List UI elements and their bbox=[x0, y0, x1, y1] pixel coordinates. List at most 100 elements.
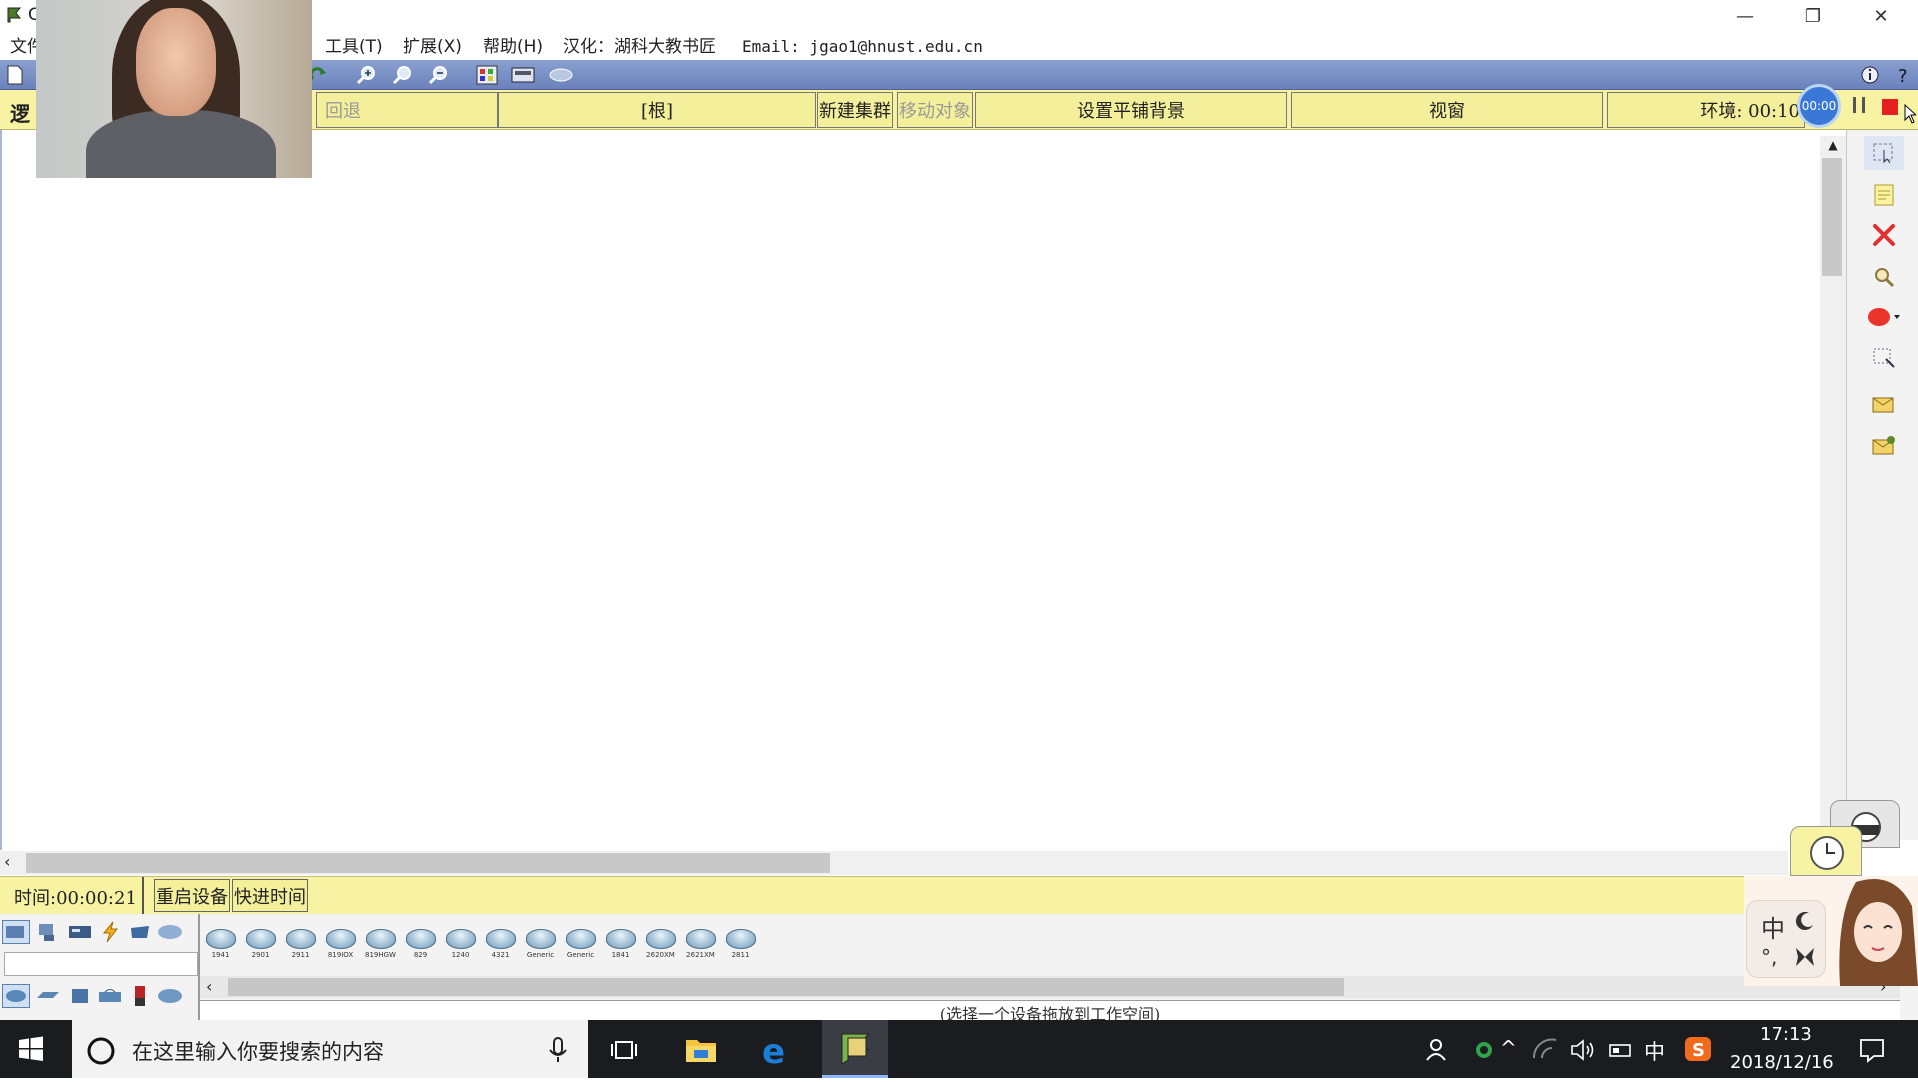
sogou-ime-icon[interactable]: S bbox=[1684, 1036, 1712, 1062]
maximize-button[interactable]: ❐ bbox=[1784, 0, 1842, 32]
show-hidden-icons-icon[interactable]: ^ bbox=[1500, 1036, 1520, 1060]
multiuser-connection-icon[interactable] bbox=[156, 920, 184, 944]
set-tile-background-button[interactable]: 设置平铺背景 bbox=[975, 92, 1287, 128]
viewport-button[interactable]: 视窗 bbox=[1291, 92, 1603, 128]
ime-chinese-mode[interactable]: 中 bbox=[1761, 909, 1785, 944]
wifi-icon[interactable] bbox=[1530, 1036, 1560, 1062]
pause-recording-icon[interactable] bbox=[1849, 97, 1869, 115]
taskbar-search-placeholder: 在这里输入你要搜索的内容 bbox=[132, 1040, 384, 1064]
device-scroll-left-icon[interactable]: ‹ bbox=[206, 977, 212, 996]
network-devices-icon[interactable] bbox=[2, 920, 30, 944]
move-object-button[interactable]: 移动对象 bbox=[897, 92, 973, 128]
close-button[interactable]: ✕ bbox=[1852, 0, 1910, 32]
select-tool-icon[interactable] bbox=[1864, 136, 1904, 170]
file-explorer-icon[interactable] bbox=[684, 1034, 718, 1064]
security-category-icon[interactable] bbox=[126, 984, 154, 1008]
router-model[interactable]: 829 bbox=[403, 927, 438, 963]
switches-category-icon[interactable] bbox=[34, 984, 62, 1008]
stop-recording-icon[interactable] bbox=[1882, 99, 1898, 115]
fast-forward-button[interactable]: 快进时间 bbox=[232, 879, 308, 912]
action-center-icon[interactable] bbox=[1858, 1036, 1886, 1064]
svg-text:S: S bbox=[1692, 1040, 1705, 1061]
end-devices-icon[interactable] bbox=[34, 920, 62, 944]
person-sweater bbox=[86, 110, 276, 178]
menu-extensions[interactable]: 扩展(X) bbox=[403, 36, 462, 58]
minimize-button[interactable]: — bbox=[1716, 0, 1774, 32]
new-file-icon[interactable] bbox=[2, 63, 28, 87]
hubs-category-icon[interactable] bbox=[66, 984, 94, 1008]
zoom-in-icon[interactable] bbox=[353, 63, 379, 87]
router-model[interactable]: 2901 bbox=[243, 927, 278, 963]
router-model[interactable]: 2620XM bbox=[643, 927, 678, 963]
router-model[interactable]: 1240 bbox=[443, 927, 478, 963]
delete-icon[interactable] bbox=[1864, 218, 1904, 252]
router-model[interactable]: Generic bbox=[563, 927, 598, 963]
battery-icon[interactable] bbox=[1606, 1040, 1634, 1060]
wan-emulation-category-icon[interactable] bbox=[156, 984, 184, 1008]
wireless-category-icon[interactable] bbox=[96, 984, 124, 1008]
logical-workspace[interactable] bbox=[0, 130, 1820, 850]
volume-icon[interactable] bbox=[1570, 1038, 1596, 1062]
cortana-icon[interactable] bbox=[86, 1036, 116, 1066]
resize-shape-icon[interactable] bbox=[1864, 342, 1904, 376]
ime-punctuation-icon[interactable]: °, bbox=[1761, 945, 1781, 969]
menu-tools[interactable]: 工具(T) bbox=[325, 36, 383, 58]
ime-butterfly-icon[interactable] bbox=[1793, 945, 1817, 969]
palette-icon[interactable] bbox=[474, 63, 500, 87]
miscellaneous-icon[interactable] bbox=[126, 920, 154, 944]
tray-app-icon[interactable] bbox=[1474, 1040, 1494, 1060]
router-model[interactable]: 2811 bbox=[723, 927, 758, 963]
menu-help[interactable]: 帮助(H) bbox=[483, 36, 543, 58]
connections-icon[interactable] bbox=[96, 920, 124, 944]
recording-timer[interactable]: 00:00 bbox=[1797, 84, 1841, 128]
router-model[interactable]: 819IOX bbox=[323, 927, 358, 963]
routers-category-icon[interactable] bbox=[2, 984, 30, 1008]
router-model[interactable]: 1841 bbox=[603, 927, 638, 963]
power-cycle-button[interactable]: 重启设备 bbox=[154, 879, 230, 912]
add-simple-pdu-icon[interactable] bbox=[1864, 386, 1904, 420]
network-info-icon[interactable] bbox=[548, 63, 574, 87]
realtime-mode-tab[interactable] bbox=[1790, 826, 1862, 876]
device-list-scroll-thumb[interactable] bbox=[228, 978, 1344, 996]
people-icon[interactable] bbox=[1424, 1038, 1450, 1062]
scroll-left-icon[interactable]: ‹ bbox=[4, 852, 22, 872]
environment-button[interactable]: 环境: 00:10 bbox=[1607, 92, 1805, 128]
person-face bbox=[136, 8, 216, 116]
add-complex-pdu-icon[interactable] bbox=[1864, 428, 1904, 462]
router-model[interactable]: 819HGW bbox=[363, 927, 398, 963]
ime-floating-toolbar[interactable]: 中 °, bbox=[1746, 900, 1826, 978]
edge-browser-icon[interactable]: e bbox=[760, 1032, 794, 1072]
horizontal-scroll-thumb[interactable] bbox=[26, 853, 830, 873]
back-button[interactable]: 回退 bbox=[316, 92, 498, 128]
components-icon[interactable] bbox=[66, 920, 94, 944]
packet-tracer-taskbar-button[interactable] bbox=[822, 1020, 888, 1078]
custom-device-icon[interactable] bbox=[510, 63, 536, 87]
router-model[interactable]: Generic bbox=[523, 927, 558, 963]
zoom-reset-icon[interactable] bbox=[389, 63, 415, 87]
task-view-icon[interactable] bbox=[610, 1036, 638, 1064]
ime-moon-icon[interactable] bbox=[1795, 911, 1815, 931]
router-model[interactable]: 1941 bbox=[203, 927, 238, 963]
zoom-out-icon[interactable] bbox=[425, 63, 451, 87]
svg-text:e: e bbox=[762, 1033, 785, 1067]
translation-credit: 汉化：湖科大教书匠 bbox=[563, 37, 716, 57]
root-button[interactable]: [根] bbox=[498, 92, 816, 128]
clock-time[interactable]: 17:13 bbox=[1760, 1024, 1812, 1045]
clock-date[interactable]: 2018/12/16 bbox=[1730, 1052, 1834, 1073]
router-model[interactable]: 2911 bbox=[283, 927, 318, 963]
router-model[interactable]: 4321 bbox=[483, 927, 518, 963]
place-note-icon[interactable] bbox=[1864, 178, 1904, 212]
vertical-scroll-thumb[interactable] bbox=[1822, 158, 1842, 276]
scroll-up-icon[interactable]: ▲ bbox=[1824, 138, 1842, 154]
draw-ellipse-icon[interactable] bbox=[1864, 300, 1904, 334]
new-cluster-button[interactable]: 新建集群 bbox=[817, 92, 893, 128]
help-icon[interactable]: ? bbox=[1890, 63, 1916, 87]
logical-mode-label[interactable]: 逻 bbox=[10, 98, 30, 127]
device-selection-hint: (选择一个设备拖放到工作空间) bbox=[200, 1000, 1900, 1024]
router-model[interactable]: 2621XM bbox=[683, 927, 718, 963]
inspect-icon[interactable] bbox=[1864, 260, 1904, 294]
input-method-indicator[interactable]: 中 bbox=[1644, 1036, 1665, 1066]
info-icon[interactable] bbox=[1857, 63, 1883, 87]
windows-start-icon[interactable] bbox=[18, 1036, 46, 1064]
microphone-icon[interactable] bbox=[548, 1036, 568, 1064]
